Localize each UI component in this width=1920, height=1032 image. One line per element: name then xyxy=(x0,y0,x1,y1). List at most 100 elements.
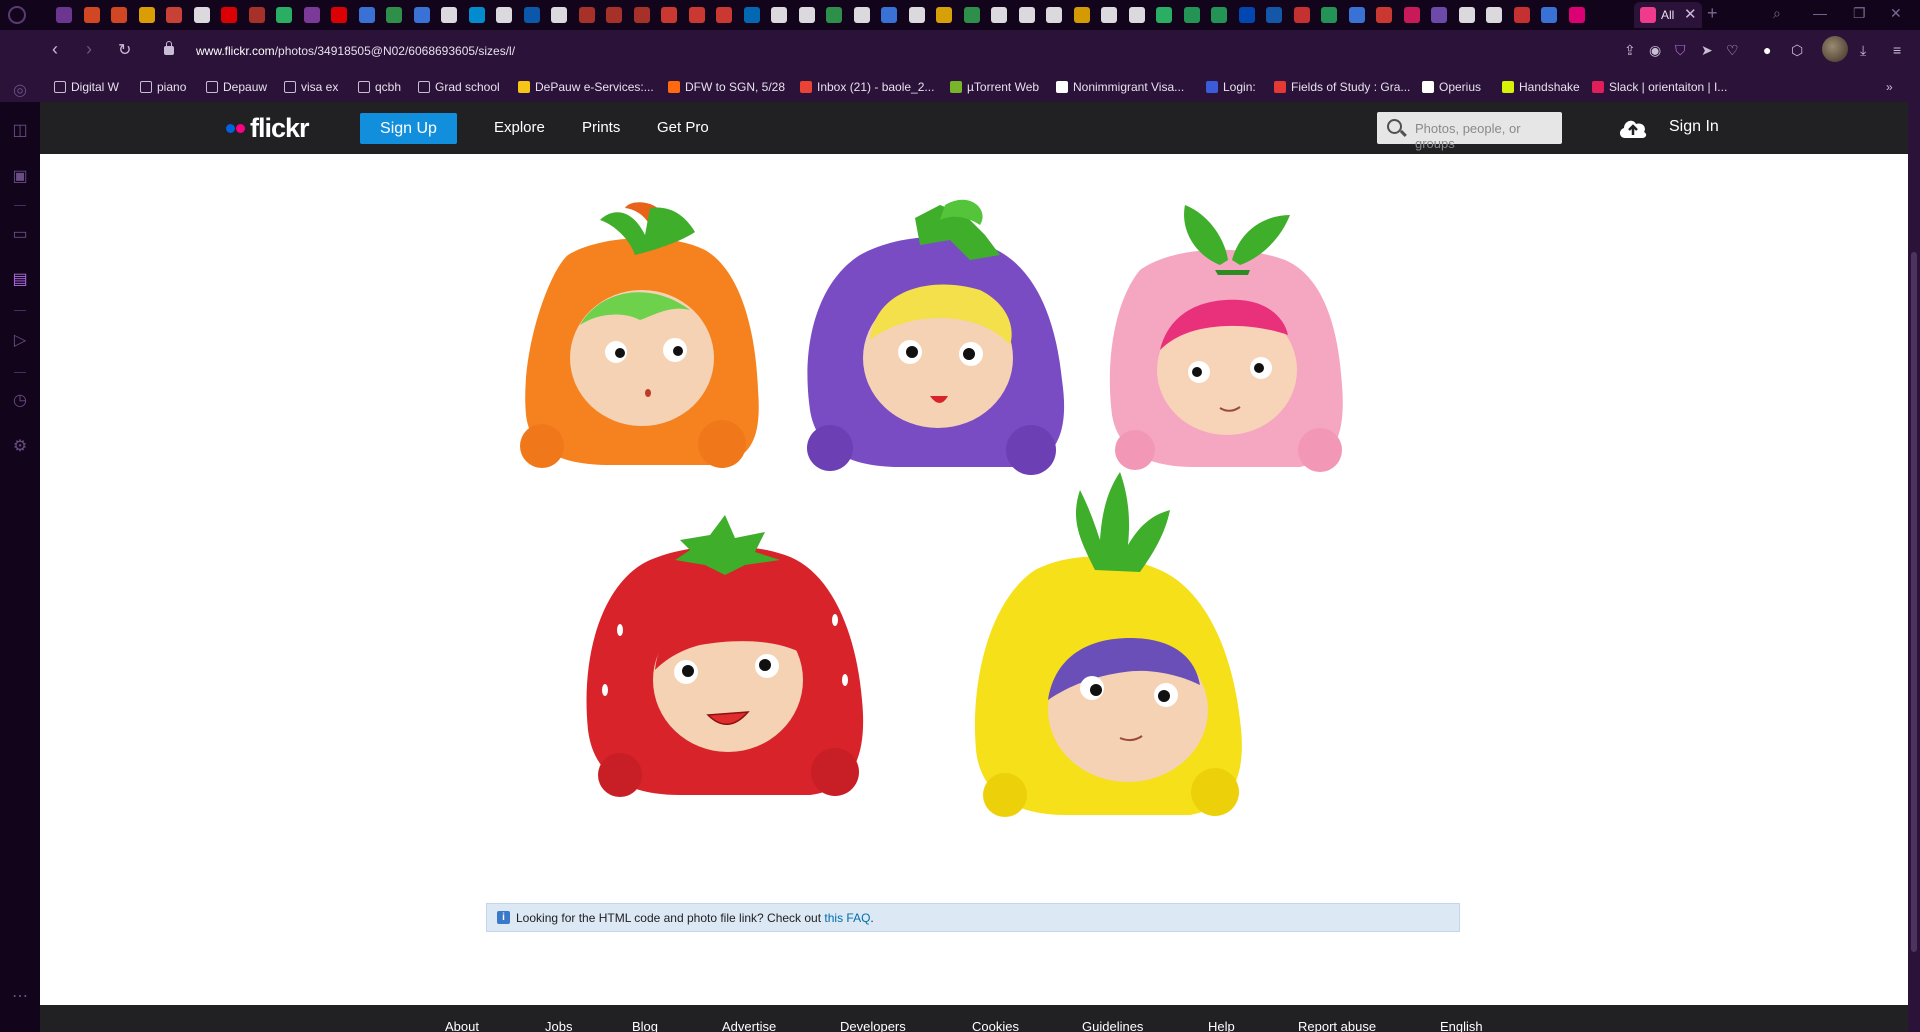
tab-favicon-icon[interactable] xyxy=(1513,7,1530,23)
footer-link-cookies[interactable]: Cookies xyxy=(972,1019,1019,1032)
send-icon[interactable]: ➤ xyxy=(1701,42,1713,59)
workspace-icon[interactable]: ▤ xyxy=(11,271,29,289)
sign-in-link[interactable]: Sign In xyxy=(1669,118,1719,136)
tab-favicon-icon[interactable] xyxy=(221,7,237,23)
tab-favicon-icon[interactable] xyxy=(1073,7,1090,23)
sign-up-button[interactable]: Sign Up xyxy=(360,113,457,144)
history-icon[interactable]: ◷ xyxy=(11,392,29,410)
bookmark-item[interactable]: Operius xyxy=(1422,80,1481,94)
footer-link-guidelines[interactable]: Guidelines xyxy=(1082,1019,1143,1032)
tab-favicon-icon[interactable] xyxy=(496,7,512,23)
nav-prints[interactable]: Prints xyxy=(582,119,620,136)
tab-favicon-icon[interactable] xyxy=(1541,7,1557,23)
messenger-icon[interactable]: ▭ xyxy=(11,226,29,244)
tab-favicon-icon[interactable] xyxy=(358,7,375,23)
tab-favicon-icon[interactable] xyxy=(1238,7,1255,23)
tab-favicon-icon[interactable] xyxy=(1348,7,1365,23)
search-input[interactable]: Photos, people, or groups xyxy=(1377,112,1562,151)
tab-favicon-icon[interactable] xyxy=(771,7,787,23)
tab-favicon-icon[interactable] xyxy=(1486,7,1502,23)
active-tab[interactable]: All ✕ xyxy=(1634,2,1702,28)
bookmark-item[interactable]: Handshake xyxy=(1502,80,1580,94)
bookmark-item[interactable]: visa ex xyxy=(284,80,338,94)
tab-favicon-icon[interactable] xyxy=(523,7,540,23)
tab-favicon-icon[interactable] xyxy=(1321,7,1337,23)
bookmark-item[interactable]: qcbh xyxy=(358,80,401,94)
tab-favicon-icon[interactable] xyxy=(1211,7,1227,23)
url-field[interactable]: www.flickr.com/photos/34918505@N02/60686… xyxy=(196,44,515,58)
tab-favicon-icon[interactable] xyxy=(166,7,182,23)
footer-link-help[interactable]: Help xyxy=(1208,1019,1235,1032)
tab-favicon-icon[interactable] xyxy=(1568,7,1585,23)
tab-favicon-icon[interactable] xyxy=(331,7,347,23)
search-tabs-icon[interactable]: ⌕ xyxy=(1773,5,1781,22)
tab-favicon-icon[interactable] xyxy=(468,7,485,23)
tab-favicon-icon[interactable] xyxy=(1266,7,1282,23)
vpn-icon[interactable]: ⛉ xyxy=(1675,42,1686,59)
footer-link-developers[interactable]: Developers xyxy=(840,1019,906,1032)
tab-favicon-icon[interactable] xyxy=(798,7,815,23)
tab-favicon-icon[interactable] xyxy=(633,7,650,23)
bookmark-item[interactable]: Depauw xyxy=(206,80,267,94)
tab-favicon-icon[interactable] xyxy=(441,7,457,23)
tab-favicon-icon[interactable] xyxy=(991,7,1007,23)
tab-favicon-icon[interactable] xyxy=(386,7,402,23)
tab-favicon-icon[interactable] xyxy=(743,7,760,23)
upload-icon[interactable] xyxy=(1617,114,1649,142)
minimize-button[interactable]: — xyxy=(1813,5,1827,21)
tab-favicon-icon[interactable] xyxy=(1018,7,1035,23)
tab-favicon-icon[interactable] xyxy=(1458,7,1475,23)
tab-favicon-icon[interactable] xyxy=(111,7,127,23)
nav-get-pro[interactable]: Get Pro xyxy=(657,119,709,136)
reload-button[interactable]: ↻ xyxy=(118,40,131,60)
tab-favicon-icon[interactable] xyxy=(1403,7,1420,23)
tab-favicon-icon[interactable] xyxy=(1156,7,1172,23)
bookmark-item[interactable]: DFW to SGN, 5/28 xyxy=(668,80,785,94)
tab-favicon-icon[interactable] xyxy=(716,7,732,23)
share-icon[interactable]: ⇪ xyxy=(1624,42,1636,59)
tab-favicon-icon[interactable] xyxy=(1101,7,1117,23)
close-window-button[interactable]: ✕ xyxy=(1890,5,1902,22)
tab-favicon-icon[interactable] xyxy=(1128,7,1145,23)
tab-favicon-icon[interactable] xyxy=(606,7,622,23)
footer-link-blog[interactable]: Blog xyxy=(632,1019,658,1032)
tab-favicon-icon[interactable] xyxy=(1183,7,1200,23)
bookmark-item[interactable]: µTorrent Web xyxy=(950,80,1039,94)
language-select[interactable]: English xyxy=(1440,1019,1483,1032)
photo-image[interactable] xyxy=(480,160,1480,1020)
easy-setup-icon[interactable]: ≡ xyxy=(1893,42,1901,58)
bookmark-item[interactable]: Inbox (21) - baole_2... xyxy=(800,80,934,94)
avatar[interactable] xyxy=(1822,36,1848,62)
tab-favicon-icon[interactable] xyxy=(1293,7,1310,23)
snapshot-icon[interactable]: ◉ xyxy=(1649,42,1661,59)
bookmark-item[interactable]: Nonimmigrant Visa... xyxy=(1056,80,1184,94)
close-tab-icon[interactable]: ✕ xyxy=(1684,5,1697,23)
tab-favicon-icon[interactable] xyxy=(1376,7,1392,23)
faq-link[interactable]: this FAQ xyxy=(824,911,870,925)
bookmark-item[interactable]: Grad school xyxy=(418,80,500,94)
tab-favicon-icon[interactable] xyxy=(248,7,265,23)
tab-favicon-icon[interactable] xyxy=(578,7,595,23)
settings-icon[interactable]: ⚙ xyxy=(11,438,29,456)
footer-link-advertise[interactable]: Advertise xyxy=(722,1019,776,1032)
scrollbar-thumb[interactable] xyxy=(1911,252,1917,952)
tab-favicon-icon[interactable] xyxy=(826,7,842,23)
more-icon[interactable]: ⋯ xyxy=(11,988,29,1006)
footer-link-about[interactable]: About xyxy=(445,1019,479,1032)
tab-favicon-icon[interactable] xyxy=(138,7,155,23)
more-bookmarks-icon[interactable]: » xyxy=(1886,80,1893,94)
tab-favicon-icon[interactable] xyxy=(881,7,897,23)
download-icon[interactable]: ⤓ xyxy=(1860,42,1866,59)
opera-menu-icon[interactable] xyxy=(8,6,26,24)
bookmark-item[interactable]: Login: xyxy=(1206,80,1256,94)
bookmark-item[interactable]: piano xyxy=(140,80,186,94)
tab-favicon-icon[interactable] xyxy=(303,7,320,23)
tab-favicon-icon[interactable] xyxy=(963,7,980,23)
tab-favicon-icon[interactable] xyxy=(83,7,100,23)
extensions-icon[interactable]: ▣ xyxy=(11,168,29,186)
cube-icon[interactable]: ⬡ xyxy=(1791,42,1803,59)
tab-favicon-icon[interactable] xyxy=(413,7,430,23)
shopping-icon[interactable]: ◫ xyxy=(11,122,29,140)
restore-button[interactable]: ❐ xyxy=(1853,5,1866,22)
new-tab-button[interactable]: + xyxy=(1707,3,1718,24)
